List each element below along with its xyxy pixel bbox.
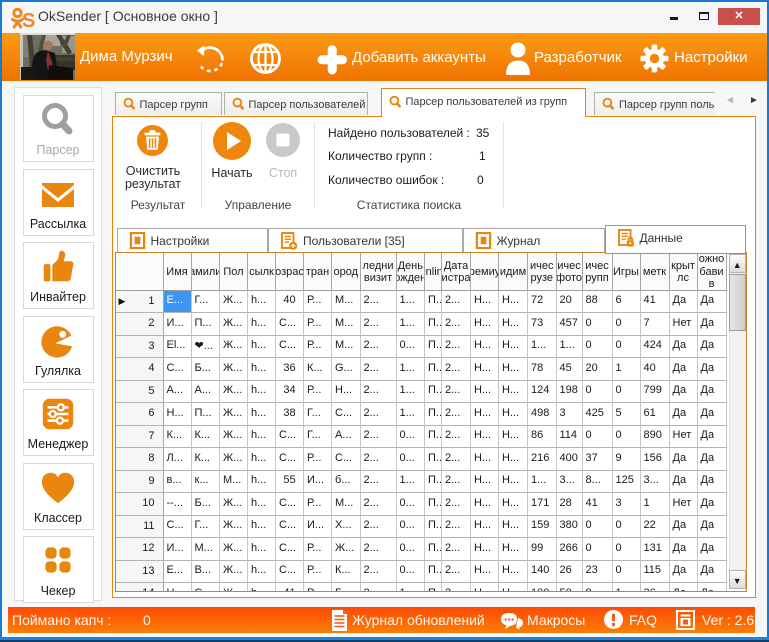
svg-text:S: S — [22, 10, 35, 29]
